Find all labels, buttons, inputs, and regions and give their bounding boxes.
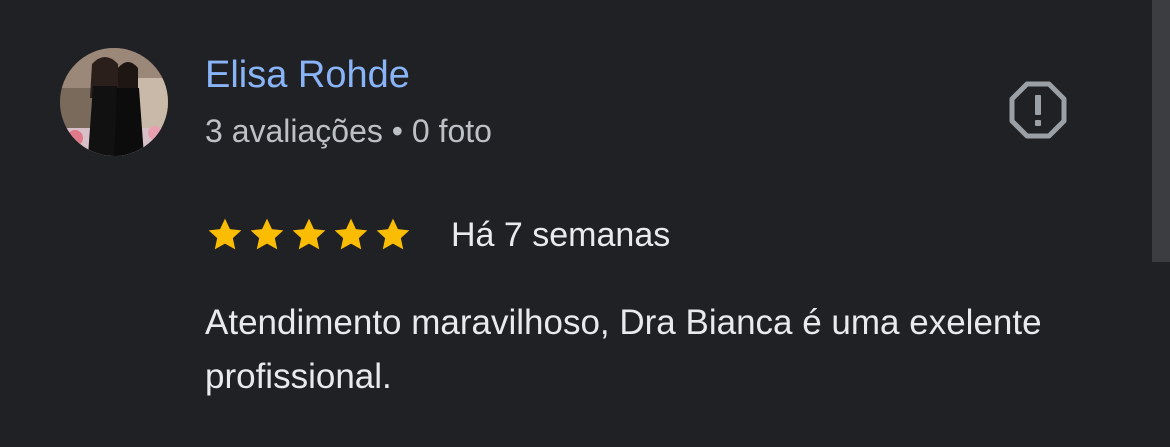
star-icon	[250, 218, 284, 250]
scrollbar[interactable]	[1152, 0, 1170, 262]
review-date: Há 7 semanas	[451, 216, 671, 254]
author-stats: 3 avaliações • 0 foto	[205, 113, 492, 149]
report-button[interactable]	[1008, 80, 1068, 140]
review-card: Elisa Rohde 3 avaliações • 0 foto Há 7 s…	[0, 0, 1170, 447]
star-icon	[292, 218, 326, 250]
star-rating	[205, 215, 413, 255]
star-icon	[208, 218, 242, 250]
review-text: Atendimento maravilhoso, Dra Bianca é um…	[205, 303, 1042, 396]
star-icon	[334, 218, 368, 250]
star-icon	[376, 218, 410, 250]
rating-row: Há 7 semanas	[205, 212, 670, 258]
author-name-link[interactable]: Elisa Rohde	[205, 52, 410, 98]
avatar[interactable]	[60, 48, 168, 156]
avatar-photo	[60, 48, 168, 156]
report-octagon-icon	[1009, 81, 1067, 139]
